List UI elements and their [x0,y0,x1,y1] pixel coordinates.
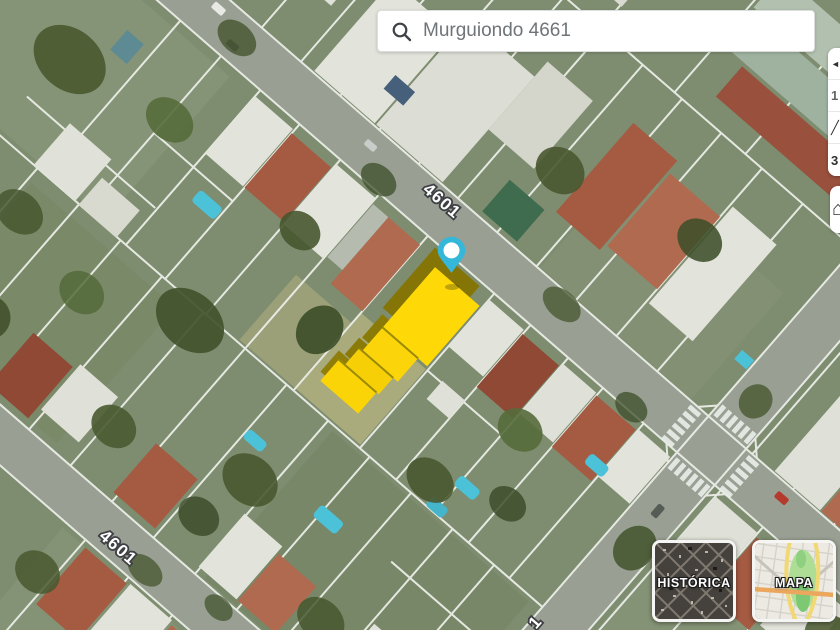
toolbar-icon-3: ╱ [831,119,839,135]
aerial-imagery-layer: 4601 4601 1 [0,0,840,630]
toolbar-button-4[interactable]: 3 [828,144,840,176]
buildings-3d-button[interactable]: ⌂ [830,186,840,233]
map-canvas[interactable]: 4601 4601 1 [0,0,840,630]
toolbar-icon-1: ◄ [831,58,840,69]
map-layer-label: MAPA [775,576,813,590]
layer-toggle-map[interactable]: MAPA [752,540,836,622]
toolbar-button-1[interactable]: ◄ [828,48,840,80]
search-input[interactable] [412,20,814,42]
toolbar-button-2[interactable]: 1 [828,80,840,112]
historic-layer-label: HISTÓRICA [657,576,731,590]
layer-toggle-historic[interactable]: HISTÓRICA [652,540,736,622]
search-icon [392,22,412,41]
pin-shadow [445,284,459,290]
search-bar [377,10,815,52]
toolbar-icon-4: 3 [831,152,839,168]
building-icon: ⌂ [832,198,840,220]
map-tools-toolbar: ◄ 1 ╱ 3 [828,48,840,176]
toolbar-icon-2: 1 [831,88,839,103]
pin-hole [443,242,460,259]
toolbar-button-3[interactable]: ╱ [828,112,840,144]
